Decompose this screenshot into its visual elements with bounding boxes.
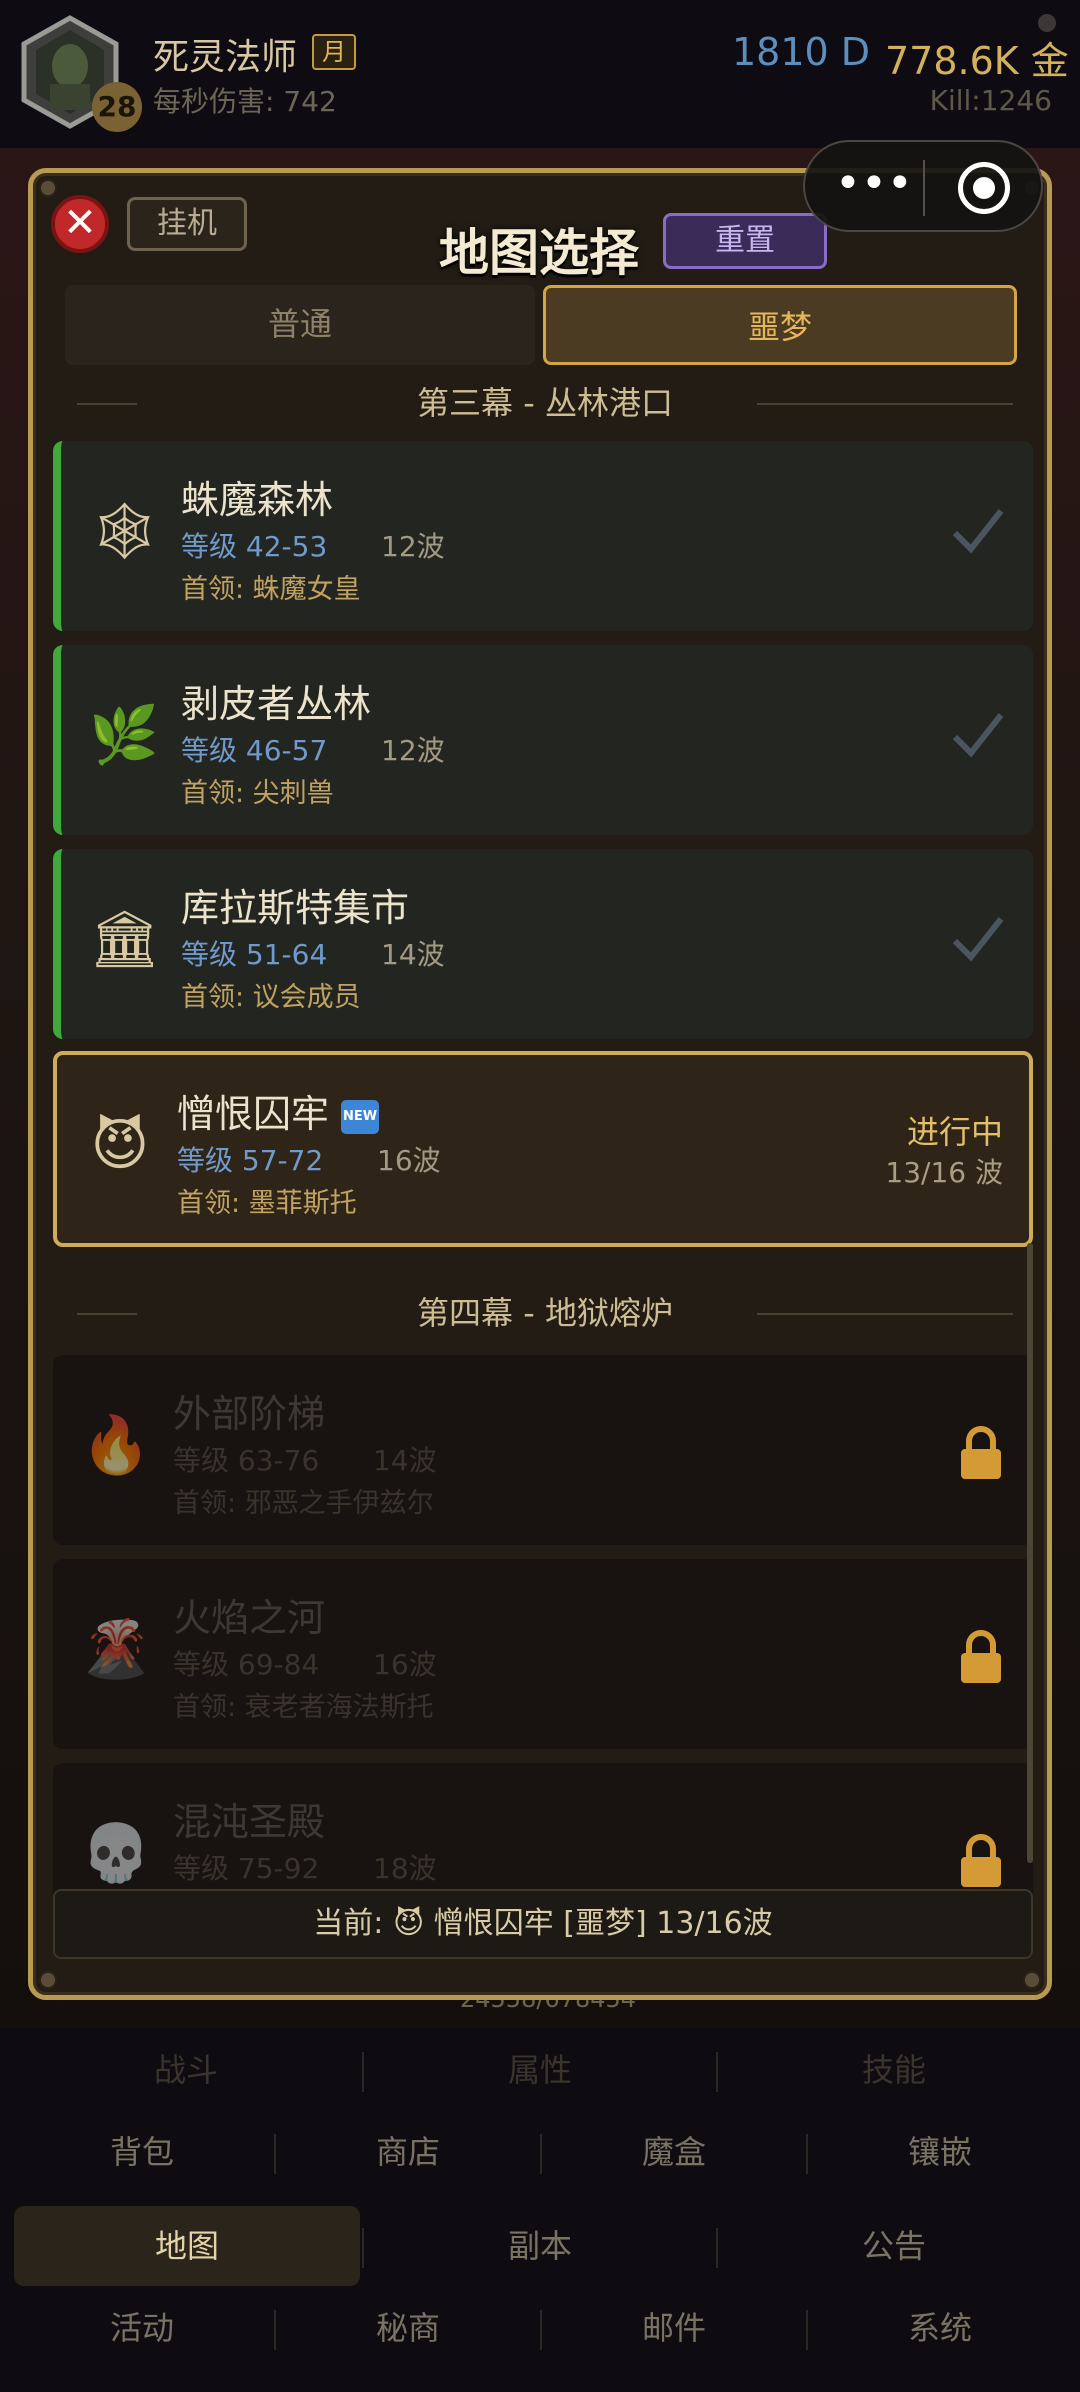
map-waves: 14波	[381, 938, 445, 971]
temple-icon: 🏛	[89, 907, 161, 972]
nav-item-map[interactable]: 地图	[14, 2206, 360, 2286]
map-name: 蛛魔森林	[181, 478, 334, 522]
map-boss: 首领: 蛛魔女皇	[181, 574, 361, 605]
lock-icon	[961, 1426, 1001, 1479]
nav-item-attributes[interactable]: 属性	[364, 2030, 716, 2110]
map-card[interactable]: 🕸 蛛魔森林 等级 42-53 12波 首领: 蛛魔女皇	[53, 441, 1033, 631]
map-name: 憎恨囚牢 NEW	[177, 1083, 380, 1138]
volcano-icon: 🌋	[81, 1617, 151, 1682]
diamond-count: 1810 D	[732, 30, 871, 74]
nav-item-battle[interactable]: 战斗	[10, 2030, 362, 2110]
spider-web-icon: 🕸	[89, 499, 161, 564]
reset-button[interactable]: 重置	[663, 213, 827, 269]
nav-item-notice[interactable]: 公告	[718, 2206, 1070, 2286]
map-waves: 16波	[377, 1144, 441, 1177]
nav-item-mail[interactable]: 邮件	[542, 2288, 806, 2368]
map-name: 库拉斯特集市	[181, 886, 410, 930]
nav-item-bag[interactable]: 背包	[10, 2112, 274, 2192]
map-name: 剥皮者丛林	[181, 682, 372, 726]
top-status-bar: 28 死灵法师 月 每秒伤害: 742 1810 D 778.6K 金 Kill…	[0, 0, 1080, 148]
exit-target-icon[interactable]	[958, 162, 1010, 214]
nav-row: 活动 秘商 邮件 系统	[0, 2288, 1080, 2368]
idle-button[interactable]: 挂机	[127, 197, 247, 251]
map-boss: 首领: 尖刺兽	[181, 778, 334, 809]
nav-item-skills[interactable]: 技能	[718, 2030, 1070, 2110]
status-dot-icon	[1038, 14, 1056, 32]
tab-nightmare[interactable]: 噩梦	[543, 285, 1017, 365]
map-card-current[interactable]: 😈 憎恨囚牢 NEW 等级 57-72 16波 首领: 墨菲斯托 进行中 13/1…	[53, 1051, 1033, 1247]
lock-icon	[961, 1834, 1001, 1887]
act-header: 第四幕 - 地狱熔炉	[57, 1293, 1033, 1333]
nav-item-events[interactable]: 活动	[10, 2288, 274, 2368]
map-card-locked[interactable]: 🔥 外部阶梯 等级 63-76 14波 首领: 邪恶之手伊兹尔	[53, 1355, 1033, 1545]
map-select-modal: ✕ 挂机 地图选择 重置 普通 噩梦 第三幕 - 丛林港口 🕸 蛛魔森林 等级 …	[28, 168, 1052, 2000]
dps-readout: 每秒伤害: 742	[153, 85, 337, 118]
fire-icon: 🔥	[81, 1413, 151, 1478]
act-header: 第三幕 - 丛林港口	[57, 383, 1033, 423]
map-waves: 12波	[381, 734, 445, 767]
current-map-bar: 当前: 😈 憎恨囚牢 [噩梦] 13/16波	[53, 1889, 1033, 1959]
check-icon	[952, 509, 1004, 554]
nav-item-secret-merchant[interactable]: 秘商	[276, 2288, 540, 2368]
in-progress-status: 进行中	[906, 1113, 1003, 1151]
rivet-icon	[39, 179, 57, 197]
map-boss: 首领: 议会成员	[181, 982, 361, 1013]
herb-icon: 🌿	[89, 703, 159, 768]
map-name-text: 憎恨囚牢	[177, 1092, 330, 1136]
map-level: 等级 46-57	[181, 734, 328, 767]
map-name: 混沌圣殿	[173, 1800, 326, 1844]
difficulty-tabs: 普通 噩梦	[65, 285, 1017, 365]
skull-icon: 💀	[81, 1821, 151, 1886]
nav-item-system[interactable]: 系统	[808, 2288, 1072, 2368]
map-name: 火焰之河	[173, 1596, 326, 1640]
map-waves: 14波	[373, 1444, 437, 1477]
scrollbar[interactable]	[1027, 1243, 1033, 1863]
lock-icon	[961, 1630, 1001, 1683]
map-card[interactable]: 🏛 库拉斯特集市 等级 51-64 14波 首领: 议会成员	[53, 849, 1033, 1039]
mini-program-capsule: •••	[803, 140, 1043, 232]
modal-title: 地图选择	[439, 224, 639, 282]
check-icon	[952, 917, 1004, 962]
nav-row: 地图 副本 公告	[0, 2206, 1080, 2286]
act-title: 第三幕 - 丛林港口	[417, 384, 673, 422]
nav-row: 战斗 属性 技能	[0, 2030, 1080, 2110]
wave-progress: 13/16 波	[885, 1156, 1003, 1189]
gold-count: 778.6K 金	[885, 39, 1069, 83]
map-waves: 16波	[373, 1648, 437, 1681]
nav-item-inlay[interactable]: 镶嵌	[808, 2112, 1072, 2192]
rivet-icon	[1023, 1971, 1041, 1989]
moon-tag-badge: 月	[312, 34, 356, 70]
map-level: 等级 75-92	[173, 1852, 320, 1885]
new-badge-icon: NEW	[341, 1099, 380, 1134]
capsule-divider	[923, 160, 925, 216]
tab-normal[interactable]: 普通	[65, 285, 535, 365]
player-name: 死灵法师	[153, 37, 298, 78]
map-level: 等级 69-84	[173, 1648, 320, 1681]
map-boss: 首领: 墨菲斯托	[177, 1188, 357, 1219]
map-waves: 18波	[373, 1852, 437, 1885]
more-options-icon[interactable]: •••	[835, 162, 913, 212]
rivet-icon	[39, 1971, 57, 1989]
bottom-nav: 战斗 属性 技能 背包 商店 魔盒 镶嵌 地图 副本 公告 活动 秘商 邮件 系…	[0, 2030, 1080, 2392]
map-card[interactable]: 🌿 剥皮者丛林 等级 46-57 12波 首领: 尖刺兽	[53, 645, 1033, 835]
map-waves: 12波	[381, 530, 445, 563]
close-button[interactable]: ✕	[51, 195, 109, 253]
map-boss: 首领: 邪恶之手伊兹尔	[173, 1488, 434, 1519]
kill-count: Kill:1246	[929, 84, 1052, 117]
map-name: 外部阶梯	[173, 1392, 326, 1436]
nav-item-magic-box[interactable]: 魔盒	[542, 2112, 806, 2192]
map-card-locked[interactable]: 🌋 火焰之河 等级 69-84 16波 首领: 衰老者海法斯托	[53, 1559, 1033, 1749]
nav-item-dungeon[interactable]: 副本	[364, 2206, 716, 2286]
act-title: 第四幕 - 地狱熔炉	[417, 1294, 673, 1332]
map-level: 等级 57-72	[177, 1144, 324, 1177]
map-level: 等级 51-64	[181, 938, 328, 971]
nav-row: 背包 商店 魔盒 镶嵌	[0, 2112, 1080, 2192]
player-level-badge: 28	[92, 82, 142, 132]
nav-item-shop[interactable]: 商店	[276, 2112, 540, 2192]
map-level: 等级 63-76	[173, 1444, 320, 1477]
map-level: 等级 42-53	[181, 530, 328, 563]
check-icon	[952, 713, 1004, 758]
devil-icon: 😈	[90, 1113, 150, 1178]
map-boss: 首领: 衰老者海法斯托	[173, 1692, 434, 1723]
